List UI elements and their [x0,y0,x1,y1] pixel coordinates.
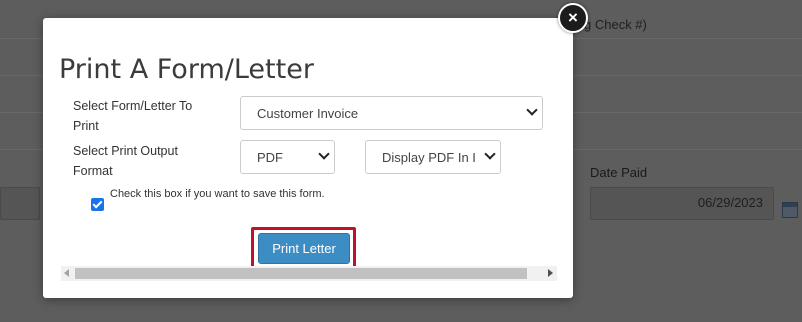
scroll-left-icon[interactable] [64,269,69,277]
date-paid-field: 06/29/2023 [590,187,774,220]
save-form-checkbox-label: Check this box if you want to save this … [110,188,325,200]
background-field [0,187,40,220]
form-letter-select-value: Customer Invoice [257,106,359,121]
output-format-select-value: PDF [257,150,283,165]
date-paid-label: Date Paid [590,165,648,180]
scrollbar-thumb[interactable] [75,268,527,279]
close-button[interactable]: × [558,3,588,33]
chevron-down-icon [484,148,496,160]
output-format-label-line2: Format [73,164,113,178]
horizontal-scrollbar[interactable] [61,266,557,281]
chevron-down-icon [318,148,330,160]
output-format-label-line1: Select Print Output [73,144,178,158]
scroll-right-icon[interactable] [548,269,553,277]
print-letter-button[interactable]: Print Letter [258,233,350,264]
form-letter-label: Select Form/Letter To Print [73,96,192,136]
dialog-title: Print A Form/Letter [59,54,314,85]
print-form-dialog: Print A Form/Letter Select Form/Letter T… [43,18,573,298]
display-mode-select-value: Display PDF In I [382,150,476,165]
form-letter-select[interactable]: Customer Invoice [240,96,543,130]
output-format-select[interactable]: PDF [240,140,335,174]
form-letter-label-line2: Print [73,119,99,133]
chevron-down-icon [526,104,538,116]
save-form-checkbox[interactable] [91,198,104,211]
display-mode-select[interactable]: Display PDF In I [365,140,501,174]
calendar-icon [782,202,798,218]
form-letter-label-line1: Select Form/Letter To [73,99,193,113]
output-format-label: Select Print Output Format [73,141,178,181]
background-header-text: g Check #) [584,17,647,32]
